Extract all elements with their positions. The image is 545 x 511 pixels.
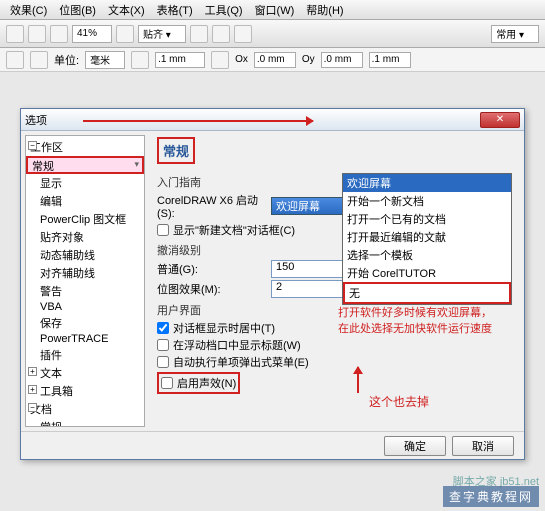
undo-bmp-label: 位图效果(M):	[157, 281, 267, 297]
zoom-combo[interactable]: 41%	[72, 25, 112, 43]
nudge-input[interactable]	[155, 52, 205, 68]
option-template[interactable]: 选择一个模板	[343, 246, 511, 264]
tree-item[interactable]: PowerClip 图文框	[26, 210, 144, 228]
menu-tools[interactable]: 工具(Q)	[199, 0, 249, 20]
close-button[interactable]: ✕	[480, 112, 520, 128]
options-tree[interactable]: −工作区 常规 显示 编辑 PowerClip 图文框 贴齐对象 动态辅助线 对…	[25, 135, 145, 427]
property-bar: 单位: 毫米 Ox Oy	[0, 48, 545, 72]
options-content: 常规 入门指南 CorelDRAW X6 启动(S): 欢迎屏幕 欢迎屏幕 开始…	[149, 131, 524, 431]
prop-btn[interactable]	[30, 51, 48, 69]
tool-btn[interactable]	[234, 25, 252, 43]
launch-label: CorelDRAW X6 启动(S):	[157, 192, 267, 220]
annotation-arrow	[357, 367, 359, 393]
option-tutor[interactable]: 开始 CorelTUTOR	[343, 264, 511, 282]
tool-btn[interactable]	[28, 25, 46, 43]
menu-effects[interactable]: 效果(C)	[4, 0, 53, 20]
tree-root[interactable]: −工作区	[26, 138, 144, 156]
menu-bar: 效果(C) 位图(B) 文本(X) 表格(T) 工具(Q) 窗口(W) 帮助(H…	[0, 0, 545, 20]
tree-document[interactable]: −文档	[26, 400, 144, 418]
auto-popup-check[interactable]: 自动执行单项弹出式菜单(E)	[157, 354, 516, 370]
tree-item[interactable]: 插件	[26, 346, 144, 364]
tree-toolbox[interactable]: +工具箱	[26, 382, 144, 400]
undo-bmp-input[interactable]: 2	[271, 280, 351, 298]
annotation-text: 这个也去掉	[369, 393, 429, 410]
style-combo[interactable]: 常用 ▾	[491, 25, 539, 43]
undo-normal-input[interactable]: 150	[271, 260, 351, 278]
menu-table[interactable]: 表格(T)	[151, 0, 199, 20]
tool-btn[interactable]	[190, 25, 208, 43]
sound-check[interactable]: 启用声效(N)	[157, 372, 240, 394]
section-heading: 常规	[157, 137, 195, 164]
tree-item[interactable]: 编辑	[26, 192, 144, 210]
tree-item[interactable]: 贴齐对象	[26, 228, 144, 246]
annotation-text: 打开软件好多时候有欢迎屏幕，在此处选择无加快软件运行速度	[338, 305, 514, 337]
prop-btn[interactable]	[131, 51, 149, 69]
snap-combo[interactable]: 贴齐 ▾	[138, 25, 186, 43]
tree-item[interactable]: 常规	[26, 418, 144, 427]
unit-combo[interactable]: 毫米	[85, 51, 125, 69]
dist-input[interactable]	[369, 52, 411, 68]
unit-label: 单位:	[54, 52, 79, 68]
option-none[interactable]: 无	[343, 282, 511, 304]
menu-text[interactable]: 文本(X)	[102, 0, 151, 20]
option-welcome[interactable]: 欢迎屏幕	[343, 174, 511, 192]
tree-item[interactable]: 对齐辅助线	[26, 264, 144, 282]
dialog-footer: 确定 取消	[21, 431, 524, 459]
tree-text[interactable]: +文本	[26, 364, 144, 382]
menu-help[interactable]: 帮助(H)	[300, 0, 349, 20]
cancel-button[interactable]: 取消	[452, 436, 514, 456]
tool-btn[interactable]	[6, 25, 24, 43]
menu-window[interactable]: 窗口(W)	[249, 0, 301, 20]
option-opendoc[interactable]: 打开一个已有的文档	[343, 210, 511, 228]
tool-btn[interactable]	[212, 25, 230, 43]
options-dialog: 选项 ✕ −工作区 常规 显示 编辑 PowerClip 图文框 贴齐对象 动态…	[20, 108, 525, 460]
tree-item[interactable]: 动态辅助线	[26, 246, 144, 264]
tree-item[interactable]: 保存	[26, 314, 144, 332]
ok-button[interactable]: 确定	[384, 436, 446, 456]
launch-dropdown[interactable]: 欢迎屏幕 开始一个新文档 打开一个已有的文档 打开最近编辑的文献 选择一个模板 …	[342, 173, 512, 305]
tree-item[interactable]: PowerTRACE	[26, 332, 144, 346]
tool-btn[interactable]	[116, 25, 134, 43]
undo-normal-label: 普通(G):	[157, 261, 267, 277]
menu-bitmap[interactable]: 位图(B)	[53, 0, 102, 20]
float-title-check[interactable]: 在浮动档口中显示标题(W)	[157, 337, 516, 353]
tree-item[interactable]: 警告	[26, 282, 144, 300]
watermark-badge: 查字典教程网	[443, 486, 539, 507]
tree-item[interactable]: 显示	[26, 174, 144, 192]
prop-btn[interactable]	[6, 51, 24, 69]
dup-x-input[interactable]	[254, 52, 296, 68]
prop-btn[interactable]	[211, 51, 229, 69]
tree-item[interactable]: VBA	[26, 300, 144, 314]
option-recent[interactable]: 打开最近编辑的文献	[343, 228, 511, 246]
tool-btn[interactable]	[50, 25, 68, 43]
tree-general[interactable]: 常规	[26, 156, 144, 174]
main-toolbar: 41% 贴齐 ▾ 常用 ▾	[0, 20, 545, 48]
option-newdoc[interactable]: 开始一个新文档	[343, 192, 511, 210]
dup-y-input[interactable]	[321, 52, 363, 68]
